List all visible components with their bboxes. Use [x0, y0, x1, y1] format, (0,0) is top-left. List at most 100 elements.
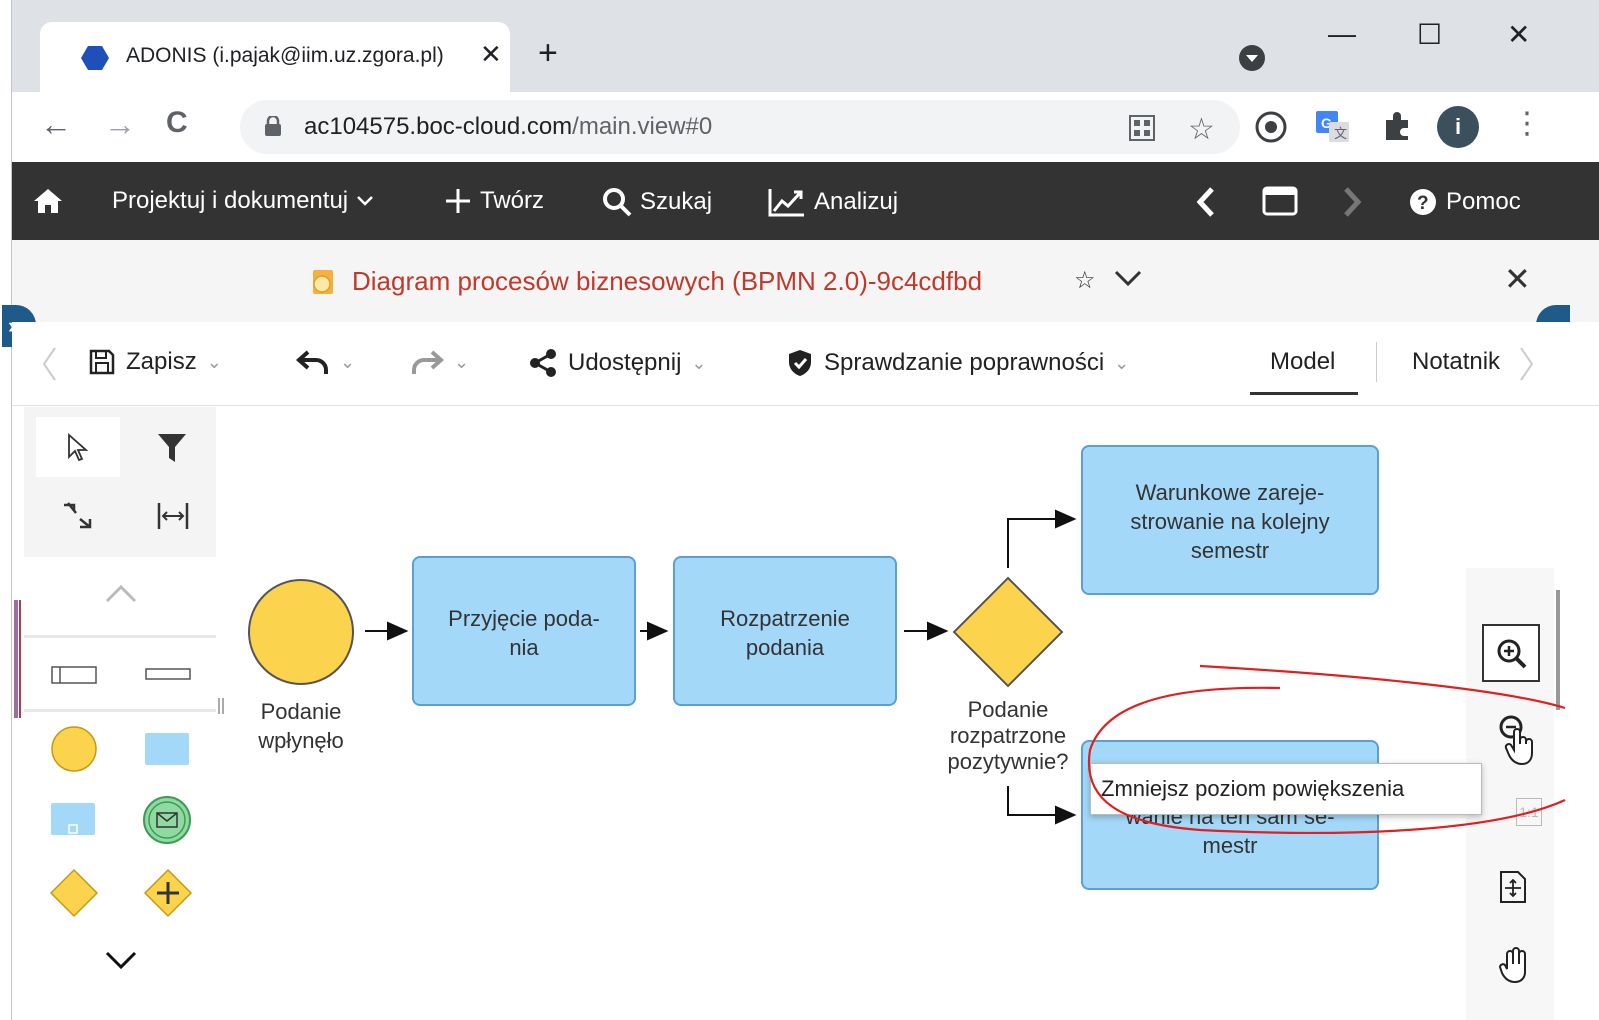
toolbar-scroll-left-icon[interactable] — [40, 344, 58, 384]
gateway-label-line: Podanie — [967, 697, 1049, 722]
task-label: Warunkowe zareje- strowanie na kolejny s… — [1083, 478, 1377, 565]
chevron-down-icon — [357, 196, 374, 206]
url-host: ac104575.boc-cloud.com — [304, 113, 573, 140]
task-label-line: Warunkowe zareje- — [1135, 480, 1325, 505]
menu-search[interactable]: Szukaj — [602, 187, 712, 217]
new-tab-button[interactable]: + — [538, 36, 558, 70]
parallel-gateway-shape-icon[interactable] — [142, 867, 194, 919]
start-event-shape-icon[interactable] — [50, 725, 98, 773]
redo-dropdown-icon[interactable]: ⌄ — [454, 352, 469, 373]
screen: ADONIS (i.pajak@iim.uz.zgora.pl) ✕ + — ☐… — [0, 0, 1599, 1020]
app-navbar: Projektuj i dokumentuj Twórz Szukaj Anal… — [12, 162, 1599, 240]
connect-tool-icon[interactable] — [60, 499, 96, 533]
spacing-tool-icon[interactable] — [156, 501, 190, 531]
document-close-icon[interactable]: ✕ — [1504, 260, 1531, 298]
save-button[interactable]: Zapisz ⌄ — [88, 348, 222, 376]
undo-button[interactable]: ⌄ — [296, 348, 355, 376]
validate-button[interactable]: Sprawdzanie poprawności ⌄ — [786, 348, 1129, 378]
select-tool-button[interactable] — [36, 417, 120, 477]
redo-button[interactable]: ⌄ — [410, 348, 469, 376]
tab-notebook-label: Notatnik — [1412, 348, 1501, 375]
exclusive-gateway-shape-icon[interactable] — [48, 867, 100, 919]
start-event[interactable] — [246, 577, 356, 687]
extension-circle-icon[interactable] — [1254, 110, 1288, 144]
save-icon — [89, 349, 115, 375]
plus-icon — [446, 189, 470, 213]
exclusive-gateway[interactable] — [952, 576, 1064, 688]
scroll-down-icon[interactable] — [104, 949, 138, 973]
menu-create[interactable]: Twórz — [444, 187, 544, 215]
subprocess-shape-icon[interactable] — [50, 801, 96, 837]
address-bar[interactable]: ac104575.boc-cloud.com/main.view#0 ☆ — [240, 100, 1240, 154]
zoom-actual-size-button[interactable]: 1:1 — [1482, 790, 1542, 848]
task-receive-application[interactable]: Przyjęcie poda- nia — [412, 556, 636, 706]
share-dropdown-icon[interactable]: ⌄ — [691, 353, 706, 374]
canvas-scrollbar[interactable] — [1556, 590, 1560, 710]
forward-button[interactable]: → — [104, 106, 136, 143]
undo-dropdown-icon[interactable]: ⌄ — [340, 352, 355, 373]
bpmn-document-icon — [313, 270, 333, 294]
menu-design-document[interactable]: Projektuj i dokumentuj — [112, 187, 374, 215]
editor-toolbar: Zapisz ⌄ ⌄ ⌄ Udostępnij ⌄ Sprawdzanie po… — [12, 322, 1599, 406]
undo-icon — [296, 350, 328, 374]
task-label-line: semestr — [1190, 538, 1270, 563]
save-dropdown-icon[interactable]: ⌄ — [207, 352, 222, 373]
document-chevron-down-icon[interactable] — [1112, 262, 1144, 294]
tab-search-icon[interactable] — [1239, 45, 1265, 71]
task-review-application[interactable]: Rozpatrzenie podania — [673, 556, 897, 706]
favorite-star-icon[interactable]: ☆ — [1074, 266, 1096, 295]
reload-button[interactable]: C — [166, 106, 188, 140]
zoom-out-button[interactable] — [1482, 708, 1540, 766]
filter-icon[interactable] — [156, 431, 188, 465]
task-shape-icon[interactable] — [144, 731, 190, 767]
zoom-in-button[interactable] — [1482, 624, 1540, 682]
back-button[interactable]: ← — [40, 106, 72, 143]
browser-menu-icon[interactable]: ⋮ — [1512, 106, 1542, 141]
pan-tool-button[interactable] — [1482, 938, 1540, 996]
document-title[interactable]: Diagram procesów biznesowych (BPMN 2.0)-… — [352, 266, 982, 297]
share-button[interactable]: Udostępnij ⌄ — [528, 348, 707, 378]
browser-tab-adonis[interactable]: ADONIS (i.pajak@iim.uz.zgora.pl) ✕ — [40, 22, 510, 92]
palette-scroll-indicator — [14, 600, 18, 718]
message-event-shape-icon[interactable] — [142, 795, 192, 845]
tab-model[interactable]: Model — [1270, 348, 1335, 376]
gateway-label-line: rozpatrzone — [949, 723, 1067, 748]
bookmark-star-icon[interactable]: ☆ — [1188, 112, 1215, 147]
close-window-button[interactable]: ✕ — [1507, 18, 1530, 51]
zoom-out-tooltip: Zmniejsz poziom powiększenia — [1090, 763, 1482, 815]
task-label: Rozpatrzenie podania — [675, 604, 895, 662]
maximize-button[interactable]: ☐ — [1417, 18, 1442, 51]
task-conditional-registration[interactable]: Warunkowe zareje- strowanie na kolejny s… — [1081, 445, 1379, 595]
extensions-puzzle-icon[interactable] — [1380, 110, 1414, 144]
help-button[interactable]: ? Pomoc — [1408, 187, 1521, 217]
profile-avatar[interactable]: i — [1437, 106, 1479, 148]
start-event-label-line: Podanie — [260, 699, 342, 724]
url-text[interactable]: ac104575.boc-cloud.com/main.view#0 — [304, 113, 712, 141]
pool-shape-icon[interactable] — [50, 663, 98, 687]
qr-code-icon[interactable] — [1128, 114, 1156, 142]
resize-handle[interactable] — [222, 698, 224, 714]
palette-scroll-indicator — [19, 600, 21, 718]
lane-shape-icon[interactable] — [144, 665, 192, 685]
toolbar-scroll-right-icon[interactable] — [1518, 344, 1536, 384]
minimize-button[interactable]: — — [1328, 18, 1356, 50]
chevron-right-icon[interactable] — [1340, 186, 1364, 218]
chevron-left-icon[interactable] — [1194, 186, 1218, 218]
home-button[interactable] — [32, 187, 64, 215]
tab-model-label: Model — [1270, 348, 1336, 375]
task-label: Przyjęcie poda- nia — [414, 604, 634, 662]
window-icon[interactable] — [1262, 186, 1298, 216]
scroll-up-icon[interactable] — [104, 581, 138, 605]
tab-title: ADONIS (i.pajak@iim.uz.zgora.pl) — [126, 44, 444, 67]
fit-to-page-button[interactable] — [1482, 862, 1540, 920]
tab-close-icon[interactable]: ✕ — [480, 39, 502, 70]
diagram-canvas[interactable] — [226, 407, 1599, 1020]
help-icon: ? — [1410, 189, 1436, 215]
menu-analyze-label: Analizuj — [814, 188, 899, 215]
validate-dropdown-icon[interactable]: ⌄ — [1114, 353, 1129, 374]
tab-notebook[interactable]: Notatnik — [1412, 348, 1500, 376]
help-label: Pomoc — [1446, 188, 1521, 215]
google-translate-icon[interactable]: G 文 — [1315, 110, 1351, 144]
resize-handle[interactable] — [218, 698, 220, 714]
menu-analyze[interactable]: Analizuj — [768, 187, 898, 217]
